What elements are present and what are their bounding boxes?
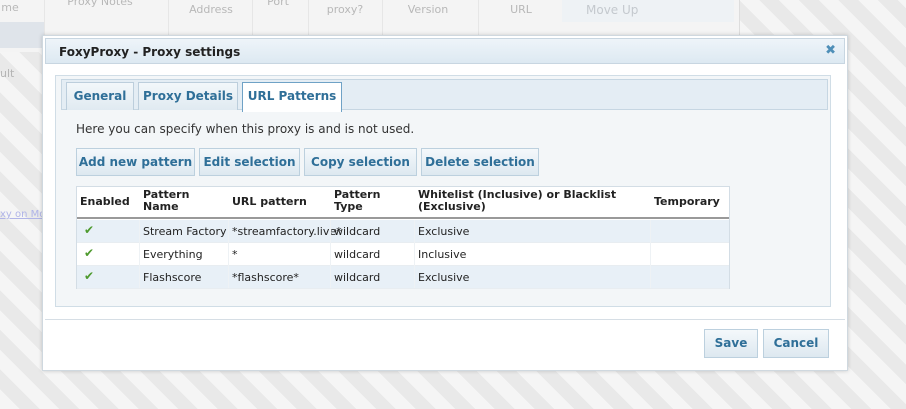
tab-bar: General Proxy Details URL Patterns (61, 79, 828, 112)
header-pattern-name-line2: Name (143, 200, 179, 213)
cell-pattern-name: Stream Factory (143, 225, 227, 238)
bg-col-name: me (1, 1, 19, 14)
cell-url-pattern: *flashscore* (232, 271, 299, 284)
table-row[interactable]: ✔ Stream Factory *streamfactory.live* wi… (77, 220, 729, 243)
table-header: Enabled Pattern Name URL pattern Pattern… (77, 187, 729, 219)
cell-url-pattern: * (232, 248, 238, 261)
cell-pattern-name: Everything (143, 248, 203, 261)
column-divider (330, 220, 331, 288)
header-list-mode[interactable]: Whitelist (Inclusive) or Blacklist (Excl… (418, 189, 616, 213)
dialog-title: FoxyProxy - Proxy settings (59, 45, 241, 59)
table-row[interactable]: ✔ Everything * wildcard Inclusive (77, 243, 729, 266)
cell-pattern-type: wildcard (334, 225, 381, 238)
header-temporary[interactable]: Temporary (654, 196, 720, 208)
header-pattern-type-line2: Type (334, 200, 363, 213)
bg-col-notes: Proxy Notes (67, 0, 133, 8)
column-divider (139, 220, 140, 288)
bg-col-port: Port (267, 0, 289, 8)
save-button[interactable]: Save (704, 329, 758, 358)
cancel-button[interactable]: Cancel (763, 329, 829, 358)
check-icon: ✔ (84, 269, 95, 283)
column-divider (650, 220, 651, 288)
tab-proxy-details[interactable]: Proxy Details (138, 82, 238, 110)
tab-url-patterns[interactable]: URL Patterns (242, 82, 342, 112)
cell-list-mode: Exclusive (418, 225, 470, 238)
description-text: Here you can specify when this proxy is … (76, 122, 415, 136)
close-icon[interactable]: ✖ (825, 43, 836, 59)
tab-general[interactable]: General (66, 82, 134, 110)
bg-col-address: Address (189, 3, 233, 16)
cell-list-mode: Inclusive (418, 248, 467, 261)
edit-selection-button[interactable]: Edit selection (199, 148, 300, 176)
url-patterns-content: Here you can specify when this proxy is … (61, 112, 828, 306)
tabs-panel: General Proxy Details URL Patterns Here … (55, 75, 831, 307)
bg-side-text: ult (0, 67, 15, 80)
bg-side-link: xy on Mo (0, 209, 46, 220)
cell-url-pattern: *streamfactory.live* (232, 225, 342, 238)
column-divider (228, 220, 229, 288)
cell-pattern-name: Flashscore (143, 271, 202, 284)
bg-selected-row (0, 22, 44, 48)
dialog-titlebar[interactable]: FoxyProxy - Proxy settings ✖ (45, 38, 845, 64)
bg-col-proxy: proxy? (326, 3, 364, 16)
header-pattern-name[interactable]: Pattern Name (143, 189, 189, 213)
proxy-settings-dialog: FoxyProxy - Proxy settings ✖ General Pro… (42, 35, 848, 371)
url-patterns-table: Enabled Pattern Name URL pattern Pattern… (76, 186, 730, 289)
header-list-mode-line2: (Exclusive) (418, 200, 486, 213)
add-pattern-button[interactable]: Add new pattern (76, 148, 195, 176)
check-icon: ✔ (84, 223, 95, 237)
bg-move-up-button: Move Up (562, 0, 734, 22)
header-enabled[interactable]: Enabled (80, 196, 130, 208)
header-pattern-type[interactable]: Pattern Type (334, 189, 380, 213)
check-icon: ✔ (84, 246, 95, 260)
cell-list-mode: Exclusive (418, 271, 470, 284)
bg-col-url: URL (510, 3, 532, 16)
table-row[interactable]: ✔ Flashscore *flashscore* wildcard Exclu… (77, 266, 729, 289)
footer-divider (45, 319, 845, 320)
header-url-pattern[interactable]: URL pattern (232, 196, 307, 208)
cell-pattern-type: wildcard (334, 248, 381, 261)
cell-pattern-type: wildcard (334, 271, 381, 284)
delete-selection-button[interactable]: Delete selection (421, 148, 539, 176)
column-divider (414, 220, 415, 288)
copy-selection-button[interactable]: Copy selection (304, 148, 417, 176)
bg-col-version: Version (407, 3, 449, 16)
